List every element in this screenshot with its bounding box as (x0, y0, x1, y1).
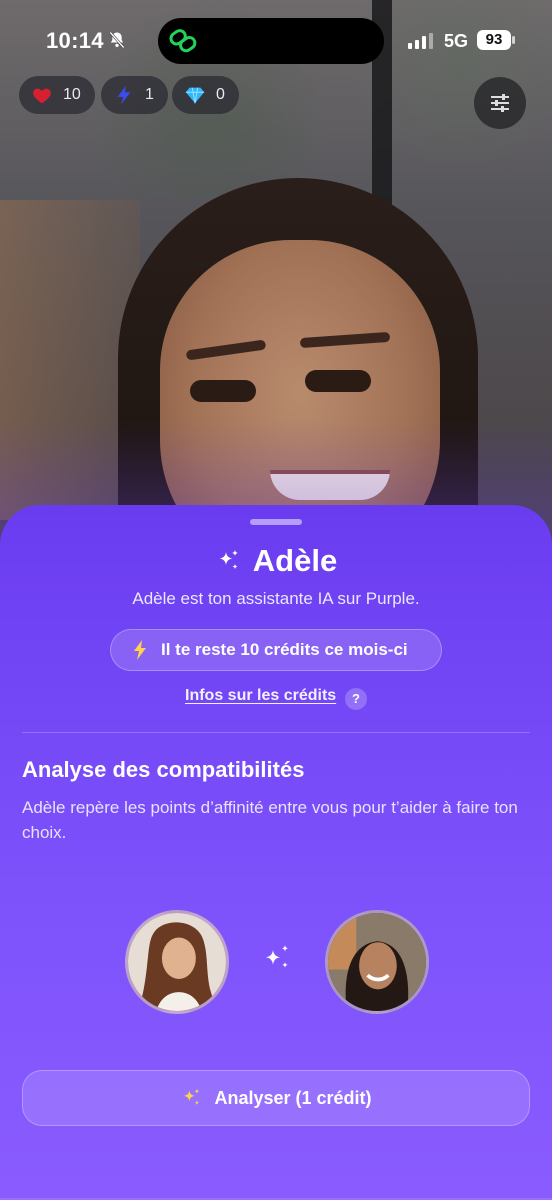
signal-icon (408, 33, 433, 49)
divider (22, 732, 530, 733)
sparkles-icon (184, 1088, 200, 1105)
avatar-match-photo (328, 913, 426, 1011)
compatibility-description: Adèle repère les points d’affinité entre… (22, 798, 518, 842)
sliders-icon (491, 94, 509, 112)
compatibility-title: Analyse des compatibilités (22, 757, 305, 782)
assistant-sheet: Adèle Adèle est ton assistante IA sur Pu… (0, 505, 552, 1200)
purple-logo-icon (169, 29, 197, 53)
boosts-counter[interactable]: 1 (101, 76, 168, 114)
avatar-user (125, 910, 229, 1014)
credits-remaining: Il te reste 10 crédits ce mois-ci (161, 640, 408, 659)
network-type: 5G (444, 31, 469, 51)
status-time: 10:14 (46, 28, 104, 53)
credits-info-link[interactable]: Infos sur les crédits (185, 687, 336, 705)
heart-icon (33, 88, 51, 104)
credits-badge: Il te reste 10 crédits ce mois-ci (110, 629, 442, 671)
gems-counter[interactable]: 0 (172, 76, 239, 114)
boosts-count: 1 (145, 86, 154, 103)
profile-photo-eye-left (190, 380, 256, 402)
likes-counter[interactable]: 10 (19, 76, 95, 114)
bell-slash-icon (109, 31, 125, 49)
sheet-subtitle: Adèle est ton assistante IA sur Purple. (132, 589, 420, 608)
analyze-button[interactable]: Analyser (1 crédit) (22, 1070, 530, 1126)
filter-button[interactable] (474, 77, 526, 129)
sheet-grabber[interactable] (250, 519, 302, 525)
status-bar: 10:14 5G 93 (0, 0, 552, 80)
sheet-header: Adèle (0, 543, 552, 579)
analyze-button-label: Analyser (1 crédit) (214, 1087, 372, 1108)
avatar-user-photo (128, 913, 226, 1011)
bolt-icon (117, 85, 131, 105)
battery-tip (512, 36, 515, 44)
profile-photo-eye-right (305, 370, 371, 392)
credits-help-button[interactable]: ? (345, 688, 367, 710)
sparkles-icon (265, 945, 289, 968)
likes-count: 10 (63, 86, 81, 103)
sheet-title: Adèle (252, 543, 338, 578)
gem-icon (185, 87, 205, 104)
avatar-match (325, 910, 429, 1014)
bolt-icon (134, 640, 146, 660)
gems-count: 0 (216, 86, 225, 103)
sparkles-icon (219, 550, 238, 570)
battery-level: 93 (477, 30, 511, 50)
